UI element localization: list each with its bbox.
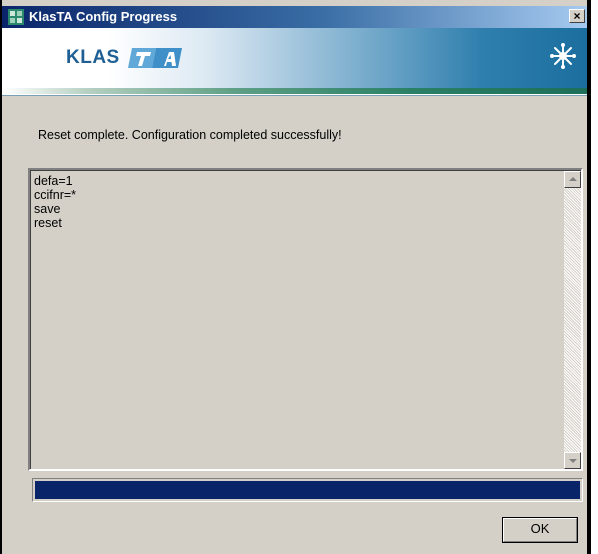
banner-divider <box>2 95 587 96</box>
status-message: Reset complete. Configuration completed … <box>38 128 342 142</box>
config-progress-window: KlasTA Config Progress × KLAS Reset comp… <box>0 0 591 554</box>
header-banner: KLAS <box>2 28 587 96</box>
log-line: ccifnr=* <box>34 188 77 202</box>
log-line: save <box>34 202 61 216</box>
ok-button[interactable]: OK <box>502 517 578 543</box>
log-line: defa=1 <box>34 174 73 188</box>
log-textarea[interactable]: defa=1 ccifnr=* save reset <box>28 168 583 471</box>
ok-button-label: OK <box>530 521 550 536</box>
vertical-scrollbar[interactable] <box>564 171 581 469</box>
window-title: KlasTA Config Progress <box>29 9 178 24</box>
close-button[interactable]: × <box>569 9 585 23</box>
ta-logo-mark-icon <box>128 48 183 68</box>
progress-bar <box>32 478 583 502</box>
app-grid-icon <box>8 9 24 25</box>
scroll-down-button[interactable] <box>564 452 581 469</box>
logo-text: KLAS <box>66 47 120 68</box>
klasta-logo: KLAS <box>66 46 184 72</box>
arrow-down-icon <box>569 459 577 463</box>
scroll-up-button[interactable] <box>564 171 581 188</box>
banner-stripe <box>2 88 587 94</box>
progress-fill <box>35 481 580 499</box>
title-bar[interactable]: KlasTA Config Progress × <box>2 6 587 28</box>
log-line: reset <box>34 216 62 230</box>
arrow-up-icon <box>569 177 577 181</box>
log-lines: defa=1 ccifnr=* save reset <box>34 174 76 230</box>
close-icon: × <box>573 9 581 23</box>
snowflake-star-icon <box>550 43 576 69</box>
